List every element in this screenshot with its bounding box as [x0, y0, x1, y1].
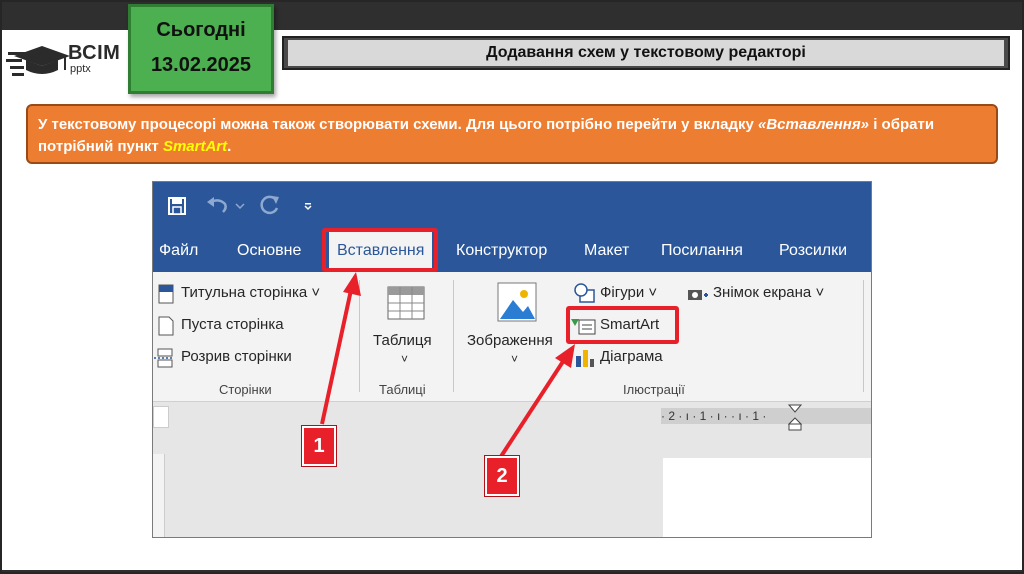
callout-1: 1	[302, 426, 336, 466]
callout-2: 2	[485, 456, 519, 496]
arrow-1	[320, 272, 361, 425]
slide: ВСІМ pptx Сьогодні 13.02.2025 Додавання …	[0, 0, 1024, 574]
arrow-2	[498, 344, 575, 460]
